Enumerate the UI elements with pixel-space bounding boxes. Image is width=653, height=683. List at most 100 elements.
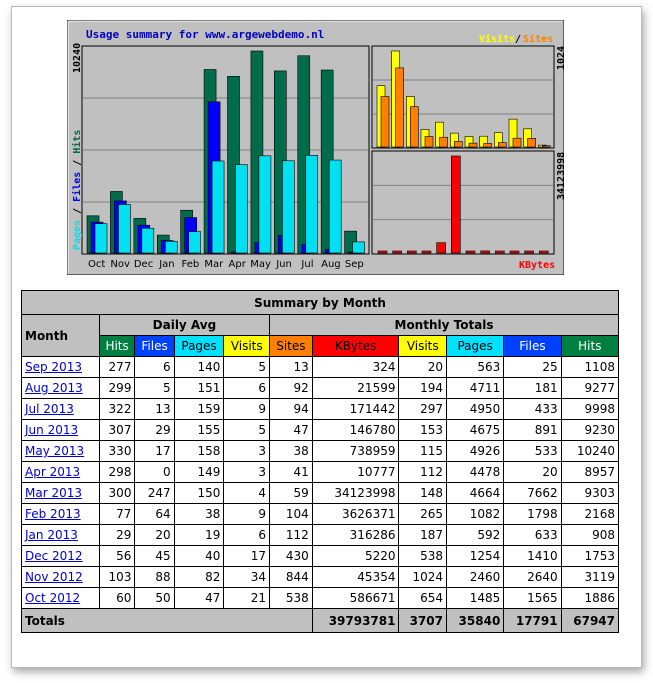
month-cell: Apr 2013 — [21, 461, 100, 483]
table-cell: 6 — [223, 377, 271, 399]
table-cell: 2460 — [445, 566, 505, 588]
bar-kbytes — [509, 250, 520, 254]
legend-entry: Pages — [72, 220, 83, 250]
month-link[interactable]: Feb 2013 — [25, 507, 81, 521]
table-cell: 60 — [98, 587, 136, 609]
table-cell: 112 — [269, 524, 313, 546]
table-cell: 9230 — [560, 419, 620, 441]
table-row: Jan 2013 29 20 19 6 112 316286 187 592 633 908 — [21, 524, 620, 546]
month-link[interactable]: Mar 2013 — [25, 486, 82, 500]
table-cell: 738959 — [311, 440, 400, 462]
table-row: Feb 2013 77 64 38 9 104 3626371 265 1082 1798 2168 — [21, 503, 620, 525]
table-cell: 265 — [398, 503, 447, 525]
table-cell: 50 — [134, 587, 175, 609]
table-cell: 433 — [503, 398, 562, 420]
month-cell: Nov 2012 — [21, 566, 100, 588]
table-cell: 9 — [223, 398, 271, 420]
table-cell: 150 — [173, 482, 225, 504]
table-cell: 4478 — [445, 461, 505, 483]
table-cell: 38 — [269, 440, 313, 462]
bar-pages — [305, 155, 319, 254]
visits-axis-max: 1024 — [556, 46, 564, 70]
daily-hits-header: Hits — [98, 335, 136, 357]
month-link[interactable]: Apr 2013 — [25, 465, 80, 479]
totals-cell: 35840 — [445, 608, 505, 633]
month-link[interactable]: Jan 2013 — [25, 528, 78, 542]
month-link[interactable]: Jun 2013 — [25, 423, 78, 437]
table-cell: 654 — [398, 587, 447, 609]
table-cell: 247 — [134, 482, 175, 504]
month-cell: Jun 2013 — [21, 419, 100, 441]
bar-sites — [454, 141, 463, 148]
table-cell: 330 — [98, 440, 136, 462]
table-cell: 21599 — [311, 377, 400, 399]
main-legend: Pages / Files / Hits — [71, 130, 83, 250]
totals-row: Totals 39793781 3707 35840 17791 67947 — [21, 608, 620, 633]
month-link[interactable]: May 2013 — [25, 444, 84, 458]
bar-kbytes — [451, 155, 461, 254]
bar-pages — [328, 159, 342, 254]
table-cell: 7662 — [503, 482, 562, 504]
totals-cell: 39793781 — [311, 608, 400, 633]
table-cell: 5 — [223, 356, 271, 378]
table-cell: 430 — [269, 545, 313, 567]
table-cell: 103 — [98, 566, 136, 588]
month-link[interactable]: Oct 2012 — [25, 591, 80, 605]
table-cell: 586671 — [311, 587, 400, 609]
table-cell: 20 — [134, 524, 175, 546]
summary-table-wrap: Summary by Month Month Daily Avg Monthly… — [21, 290, 621, 633]
table-cell: 538 — [398, 545, 447, 567]
bar-sites — [380, 96, 390, 148]
main-axis-max: 10240 — [72, 43, 83, 73]
legend-separator: / — [72, 202, 83, 220]
bar-kbytes — [465, 250, 476, 254]
table-cell: 4711 — [445, 377, 505, 399]
table-cell: 10777 — [311, 461, 400, 483]
table-cell: 3119 — [560, 566, 620, 588]
table-cell: 3 — [223, 440, 271, 462]
table-cell: 300 — [98, 482, 136, 504]
table-cell: 21 — [223, 587, 271, 609]
table-cell: 2168 — [560, 503, 620, 525]
legend-separator: / — [515, 34, 521, 45]
month-link[interactable]: Dec 2012 — [25, 549, 83, 563]
bar-pages — [164, 241, 178, 254]
table-cell: 908 — [560, 524, 620, 546]
table-cell: 299 — [98, 377, 136, 399]
table-cell: 47 — [269, 419, 313, 441]
table-cell: 92 — [269, 377, 313, 399]
table-cell: 1024 — [398, 566, 447, 588]
bar-sites — [498, 142, 507, 148]
kbytes-axis-max: 34123998 — [556, 152, 564, 200]
month-link[interactable]: Aug 2013 — [25, 381, 83, 395]
bar-kbytes — [436, 242, 446, 254]
table-cell: 0 — [134, 461, 175, 483]
month-cell: Aug 2013 — [21, 377, 100, 399]
table-cell: 1410 — [503, 545, 562, 567]
table-cell: 17 — [134, 440, 175, 462]
table-cell: 146780 — [311, 419, 400, 441]
table-row: Sep 2013 277 6 140 5 13 324 20 563 25 1108 — [21, 356, 620, 378]
chart-title: Usage summary for www.argewebdemo.nl — [86, 28, 324, 41]
table-cell: 40 — [173, 545, 225, 567]
month-link[interactable]: Jul 2013 — [25, 402, 74, 416]
summary-table: Summary by Month Month Daily Avg Monthly… — [21, 290, 620, 633]
summary-title: Summary by Month — [21, 290, 619, 315]
totals-cell: 3707 — [398, 608, 447, 633]
table-cell: 34123998 — [311, 482, 400, 504]
bar-kbytes — [421, 250, 432, 254]
table-cell: 277 — [98, 356, 136, 378]
table-cell: 1565 — [503, 587, 562, 609]
kbytes-plot-area — [371, 150, 555, 255]
monthly-pages-header: Pages — [445, 335, 505, 357]
bar-sites — [410, 106, 419, 148]
table-cell: 4950 — [445, 398, 505, 420]
table-cell: 149 — [173, 461, 225, 483]
table-cell: 324 — [311, 356, 400, 378]
month-link[interactable]: Nov 2012 — [25, 570, 83, 584]
x-tick-label: Oct — [88, 259, 105, 270]
table-cell: 19 — [173, 524, 225, 546]
month-link[interactable]: Sep 2013 — [25, 360, 82, 374]
table-cell: 4675 — [445, 419, 505, 441]
legend-visits: Visits — [479, 33, 515, 45]
